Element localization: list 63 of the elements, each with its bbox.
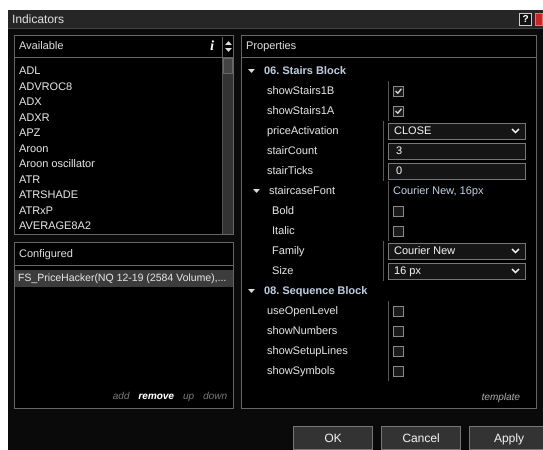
dropdown[interactable]: Courier New	[388, 242, 526, 260]
property-label: Bold	[272, 204, 294, 219]
property-label: Family	[272, 244, 304, 259]
list-item[interactable]: Aroon	[19, 142, 222, 157]
property-label: Size	[272, 264, 294, 279]
list-item[interactable]: ADVROC8	[19, 80, 222, 95]
help-button[interactable]: ?	[519, 12, 532, 26]
dropdown[interactable]: CLOSE	[388, 122, 526, 140]
window-title: Indicators	[12, 11, 66, 28]
checkbox[interactable]	[393, 366, 404, 376]
caret-down-icon[interactable]	[248, 68, 255, 74]
spin-arrows-icon[interactable]	[222, 36, 233, 56]
checkbox[interactable]	[393, 346, 404, 356]
dialog-button[interactable]: OK	[293, 426, 373, 450]
property-label: stairCount	[267, 144, 318, 159]
list-item[interactable]: ATRSHADE	[19, 188, 222, 204]
property-label: showNumbers	[267, 324, 338, 339]
configured-item[interactable]: FS_PriceHacker(NQ 12-19 (2584 Volume),...	[15, 270, 233, 287]
checkbox[interactable]	[393, 106, 404, 116]
dropdown[interactable]: 16 px	[388, 262, 526, 280]
list-item[interactable]: ATRxP	[19, 204, 222, 219]
section-header: 08. Sequence Block	[264, 284, 368, 299]
checkbox[interactable]	[393, 306, 404, 316]
panel-title: Available	[18, 39, 64, 54]
input-field[interactable]: 3	[388, 142, 526, 160]
dialog-button[interactable]: Cancel	[381, 426, 461, 450]
property-label: priceActivation	[267, 124, 339, 139]
list-item[interactable]: APZ	[19, 126, 222, 142]
action-link[interactable]: remove	[138, 389, 174, 404]
close-button[interactable]	[535, 12, 543, 26]
list-item[interactable]: ADL	[19, 64, 222, 80]
property-label: stairTicks	[267, 164, 314, 179]
property-label: staircaseFont	[269, 184, 336, 199]
scrollbar[interactable]	[222, 58, 233, 234]
property-label: Italic	[272, 224, 295, 239]
caret-down-icon[interactable]	[253, 188, 260, 194]
checkbox[interactable]	[393, 226, 404, 236]
template-link[interactable]: template	[482, 390, 520, 405]
property-label: showSetupLines	[267, 344, 348, 359]
list-item[interactable]: Aroon oscillator	[19, 157, 222, 172]
chevron-down-icon[interactable]	[511, 128, 520, 134]
list-item[interactable]: AVERAGE8A2	[19, 219, 222, 234]
list-item[interactable]: ATR	[19, 172, 222, 188]
property-label: showSymbols	[267, 364, 335, 379]
dialog-button[interactable]: Apply	[469, 426, 543, 450]
property-label: showStairs1A	[267, 104, 334, 119]
checkbox[interactable]	[393, 86, 404, 96]
panel-title: Properties	[245, 39, 298, 54]
property-value: Courier New, 16px	[393, 184, 484, 199]
section-header: 06. Stairs Block	[264, 64, 346, 79]
list-item[interactable]: ADX	[19, 95, 222, 110]
scrollbar-thumb[interactable]	[223, 58, 233, 74]
property-label: showStairs1B	[267, 84, 334, 99]
chevron-down-icon[interactable]	[511, 248, 520, 254]
panel-title: Configured	[18, 246, 73, 262]
chevron-down-icon[interactable]	[511, 268, 520, 274]
info-button[interactable]: i	[210, 36, 222, 57]
list-item[interactable]: ADXR	[19, 110, 222, 126]
checkbox[interactable]	[393, 326, 404, 336]
caret-down-icon[interactable]	[248, 288, 255, 294]
input-field[interactable]: 0	[388, 162, 526, 180]
checkbox[interactable]	[393, 206, 404, 216]
property-label: useOpenLevel	[267, 304, 338, 319]
